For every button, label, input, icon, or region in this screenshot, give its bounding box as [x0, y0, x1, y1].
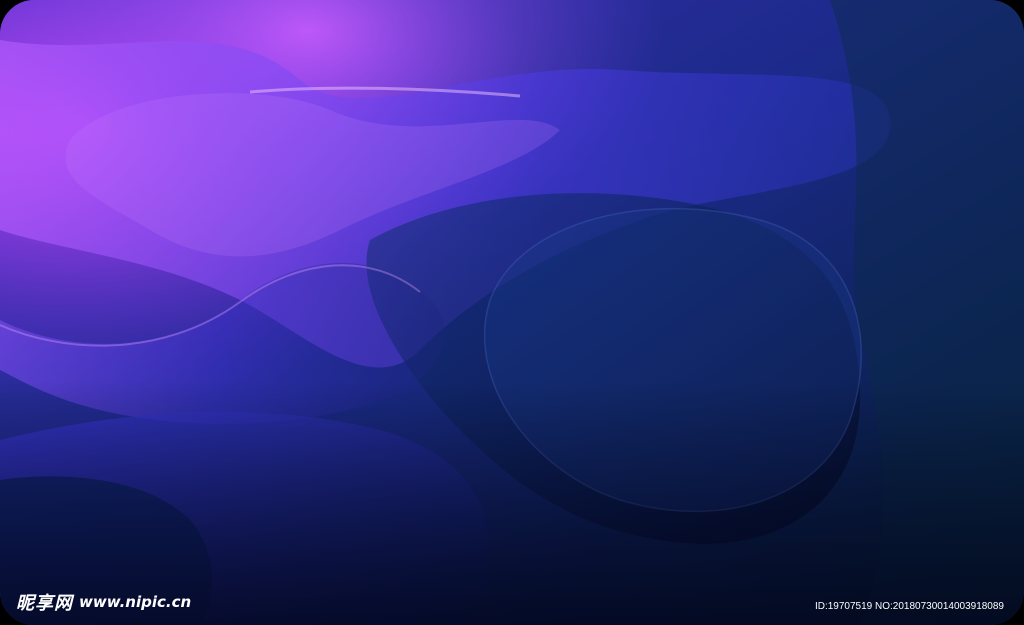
abstract-wave-background: 昵享网 www.nipic.cn ID:19707519 NO:20180730…	[0, 0, 1024, 625]
site-watermark: 昵享网 www.nipic.cn	[16, 589, 191, 615]
image-canvas: 昵享网 www.nipic.cn ID:19707519 NO:20180730…	[0, 0, 1024, 625]
wave-art	[0, 0, 1024, 625]
watermark-logo: 昵享网	[16, 593, 73, 614]
watermark-url: www.nipic.cn	[79, 593, 192, 611]
image-id-label: ID:19707519 NO:20180730014003918089	[814, 601, 1004, 612]
